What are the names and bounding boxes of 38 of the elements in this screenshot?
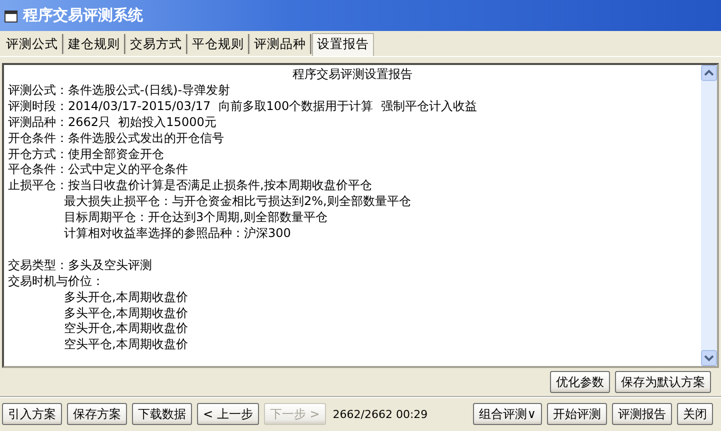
report-line: 评测品种：2662只 初始投入15000元 [8, 114, 216, 129]
window-icon [4, 8, 18, 22]
report-button[interactable]: 保存为默认方案 [615, 371, 711, 393]
toolbar-button[interactable]: 开始评测 [547, 403, 607, 425]
report-line: 目标周期平仓：开仓达到3个周期,则全部数量平仓 [64, 210, 328, 224]
toolbar-button[interactable]: 关闭 [677, 403, 713, 425]
report-line: 止损平仓：按当日收盘价计算是否满足止损条件,按本周期收盘价平仓 [8, 178, 372, 192]
tab[interactable]: 建仓规则 [64, 34, 126, 54]
report-line: 开仓条件：条件选股公式发出的开仓信号 [8, 130, 224, 145]
report-line: 计算相对收益率选择的参照品种：沪深300 [64, 226, 291, 240]
scroll-down-icon[interactable] [701, 350, 717, 366]
report-line: 空头开仓,本周期收盘价 [64, 321, 188, 336]
scrollbar[interactable] [701, 65, 717, 366]
window-title: 程序交易评测系统 [23, 6, 143, 25]
toolbar-button[interactable]: 下载数据 [132, 403, 192, 425]
toolbar-button[interactable]: 保存方案 [67, 403, 127, 425]
report-line: 评测时段：2014/03/17-2015/03/17 向前多取100个数据用于计算 强制平仓计入收益 [8, 98, 477, 113]
report-line: 空头平仓,本周期收盘价 [64, 337, 188, 352]
report-line: 多头开仓,本周期收盘价 [64, 290, 188, 304]
tab[interactable]: 平仓规则 [188, 34, 250, 54]
report-title: 程序交易评测设置报告 [292, 67, 412, 81]
report-line: 开仓方式：使用全部资金开仓 [8, 146, 164, 161]
status-text: 2662/2662 00:29 [332, 408, 428, 420]
toolbar-button[interactable]: 评测报告 [612, 403, 672, 425]
report-line: 最大损失止损平仓：与开仓资金相比亏损达到2%,则全部数量平仓 [64, 194, 411, 208]
tab[interactable]: 交易方式 [126, 34, 188, 54]
report-line: 评测公式：条件选股公式-(日线)-导弹发射 [8, 82, 230, 97]
toolbar-button[interactable]: < 上一步 [197, 403, 259, 425]
toolbar-button[interactable]: 组合评测∨ [473, 403, 542, 425]
scroll-up-icon[interactable] [701, 65, 717, 81]
report-line: 多头平仓,本周期收盘价 [64, 306, 188, 320]
report-button[interactable]: 优化参数 [550, 371, 610, 393]
report-line: 平仓条件：公式中定义的平仓条件 [8, 162, 188, 176]
toolbar-button[interactable]: 引入方案 [2, 403, 62, 425]
report-line: 交易类型：多头及空头评测 [8, 258, 152, 272]
report-line: 交易时机与价位： [8, 274, 104, 288]
tab[interactable]: 评测公式 [2, 34, 64, 54]
tab[interactable]: 设置报告 [312, 32, 374, 56]
